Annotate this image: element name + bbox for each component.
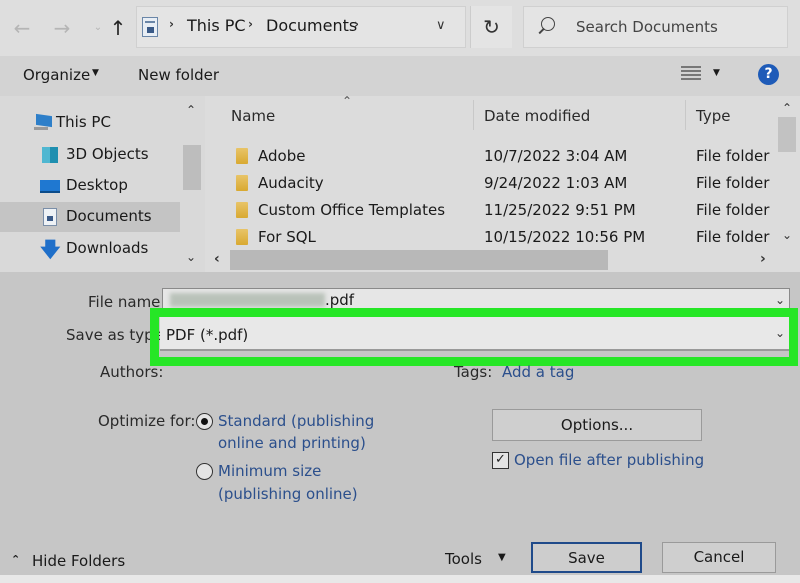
file-row[interactable]: Audacity 9/24/2022 1:03 AM File folder (205, 173, 775, 195)
scroll-left-icon[interactable]: ‹ (214, 251, 220, 267)
documents-icon (40, 208, 60, 226)
address-dropdown-chevron-icon[interactable]: ∨ (436, 18, 446, 33)
tools-button[interactable]: Tools (445, 550, 482, 568)
download-arrow-icon: 🡇 (40, 237, 61, 261)
breadcrumb-separator-icon: › (354, 17, 359, 31)
cube-icon (40, 146, 60, 164)
hide-folders-chevron-icon[interactable]: ⌃ (11, 553, 20, 566)
column-header-date-modified[interactable]: Date modified (484, 107, 590, 125)
nav-item-label: Downloads (66, 239, 149, 257)
column-header-name[interactable]: Name (231, 107, 275, 125)
open-after-publishing-checkbox[interactable]: ✓ (492, 452, 509, 469)
file-name-redacted (170, 293, 325, 307)
file-row[interactable]: For SQL 10/15/2022 10:56 PM File folder (205, 227, 775, 249)
file-name: For SQL (258, 228, 316, 246)
column-divider[interactable] (473, 100, 474, 130)
column-divider[interactable] (685, 100, 686, 130)
view-dropdown-icon[interactable]: ▼ (713, 68, 720, 78)
file-date: 9/24/2022 1:03 AM (484, 174, 628, 192)
nav-item-downloads[interactable]: 🡇 Downloads (0, 234, 180, 264)
folder-icon (236, 229, 248, 245)
documents-icon (142, 17, 158, 37)
desktop-icon (40, 177, 60, 195)
column-header-type[interactable]: Type (696, 107, 730, 125)
file-type: File folder (696, 228, 770, 246)
file-name: Custom Office Templates (258, 201, 446, 219)
add-tag-link[interactable]: Add a tag (502, 363, 574, 381)
highlight-box (150, 308, 798, 366)
minimum-option-line1[interactable]: Minimum size (218, 462, 321, 480)
scroll-up-icon[interactable]: ⌃ (186, 103, 196, 117)
breadcrumb-separator-icon: › (169, 17, 174, 31)
scroll-down-icon[interactable]: ⌄ (782, 228, 792, 242)
minimum-option-line2[interactable]: (publishing online) (218, 485, 358, 503)
file-row[interactable]: Adobe 10/7/2022 3:04 AM File folder (205, 146, 775, 168)
nav-item-label: This PC (56, 113, 111, 131)
options-button[interactable]: Options... (492, 409, 702, 441)
save-button[interactable]: Save (531, 542, 642, 573)
standard-option-line2[interactable]: online and printing) (218, 434, 366, 452)
breadcrumb-separator-icon: › (248, 17, 253, 31)
file-type: File folder (696, 201, 770, 219)
bottom-border (0, 575, 800, 583)
sort-ascending-icon: ⌃ (342, 94, 353, 108)
authors-label: Authors: (100, 363, 164, 381)
file-date: 11/25/2022 9:51 PM (484, 201, 636, 219)
breadcrumb-this-pc[interactable]: This PC (187, 16, 246, 35)
file-name: Adobe (258, 147, 306, 165)
search-placeholder: Search Documents (576, 18, 718, 36)
radio-minimum-size[interactable] (196, 463, 213, 480)
folder-icon (236, 148, 248, 164)
nav-item-label: 3D Objects (66, 145, 149, 163)
new-folder-button[interactable]: New folder (138, 66, 219, 84)
file-name-extension: .pdf (325, 291, 355, 309)
scroll-up-icon[interactable]: ⌃ (782, 101, 792, 115)
breadcrumb-documents[interactable]: Documents (266, 16, 357, 35)
cancel-button[interactable]: Cancel (662, 542, 776, 573)
scroll-right-icon[interactable]: › (760, 251, 766, 267)
up-button[interactable]: ↑ (106, 14, 130, 42)
file-type: File folder (696, 147, 770, 165)
folder-icon (236, 202, 248, 218)
view-list-icon[interactable] (681, 66, 701, 82)
folder-icon (236, 175, 248, 191)
scroll-down-icon[interactable]: ⌄ (186, 250, 196, 264)
radio-selected-dot (200, 417, 208, 425)
optimize-for-label: Optimize for: (98, 412, 196, 430)
horizontal-scroll-thumb[interactable] (230, 250, 608, 270)
organize-dropdown-icon: ▼ (92, 68, 99, 78)
file-name: Audacity (258, 174, 324, 192)
hide-folders-button[interactable]: Hide Folders (32, 552, 125, 570)
nav-item-label: Documents (66, 207, 152, 225)
file-date: 10/7/2022 3:04 AM (484, 147, 628, 165)
computer-icon (34, 113, 54, 132)
tags-label: Tags: (454, 363, 493, 381)
radio-standard[interactable] (196, 413, 213, 430)
nav-pane-scroll-thumb[interactable] (183, 145, 201, 190)
nav-item-this-pc[interactable]: This PC (0, 108, 180, 138)
nav-item-documents[interactable]: Documents (0, 202, 180, 232)
refresh-button[interactable]: ↻ (470, 6, 512, 48)
nav-item-label: Desktop (66, 176, 128, 194)
toolbar (0, 56, 800, 96)
open-after-publishing-label[interactable]: Open file after publishing (514, 451, 704, 469)
standard-option-line1[interactable]: Standard (publishing (218, 412, 374, 430)
forward-button[interactable]: → (50, 14, 74, 42)
organize-button[interactable]: Organize (23, 66, 90, 84)
back-button[interactable]: ← (10, 14, 34, 42)
file-row[interactable]: Custom Office Templates 11/25/2022 9:51 … (205, 200, 775, 222)
file-list-scroll-thumb[interactable] (778, 117, 796, 152)
file-type: File folder (696, 174, 770, 192)
help-icon[interactable]: ? (758, 64, 779, 85)
file-name-dropdown-icon[interactable]: ⌄ (775, 293, 785, 307)
file-date: 10/15/2022 10:56 PM (484, 228, 646, 246)
nav-item-3d-objects[interactable]: 3D Objects (0, 140, 180, 170)
nav-item-desktop[interactable]: Desktop (0, 171, 180, 201)
tools-dropdown-icon[interactable]: ▼ (498, 552, 506, 563)
